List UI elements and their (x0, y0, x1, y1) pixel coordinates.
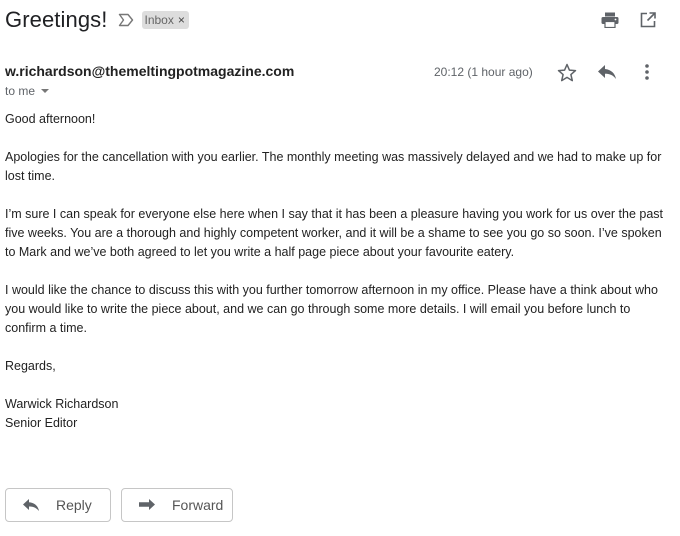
signature-name: Warwick Richardson (5, 397, 119, 411)
label-chip-inbox: Inbox × (141, 11, 189, 29)
reply-icon (22, 497, 40, 513)
label-chip-text: Inbox (144, 13, 174, 27)
message-timestamp: 20:12 (1 hour ago) (434, 65, 533, 79)
open-in-new-window-icon[interactable] (638, 10, 658, 30)
message-body: Good afternoon! Apologies for the cancel… (5, 110, 670, 452)
print-icon[interactable] (600, 10, 620, 30)
chevron-down-icon (41, 89, 50, 93)
forward-button[interactable]: Forward (121, 488, 233, 522)
more-vert-icon[interactable] (637, 62, 657, 82)
signature-title: Senior Editor (5, 416, 78, 430)
reply-icon[interactable] (597, 62, 617, 82)
star-icon[interactable] (557, 62, 577, 82)
closing: Regards, (5, 359, 56, 373)
email-subject: Greetings! (5, 7, 108, 32)
body-paragraph: I’m sure I can speak for everyone else h… (5, 207, 664, 259)
greeting: Good afternoon! (5, 112, 96, 126)
message-actions (557, 62, 657, 82)
body-paragraph: I would like the chance to discuss this … (5, 283, 658, 335)
reply-button[interactable]: Reply (5, 488, 111, 522)
sender-address[interactable]: w.richardson@themeltingpotmagazine.com (5, 63, 294, 79)
reply-button-label: Reply (56, 497, 92, 513)
recipient-details-toggle[interactable]: to me (5, 84, 50, 98)
signature: Warwick Richardson Senior Editor (5, 395, 670, 433)
reply-actions: Reply Forward (5, 488, 233, 522)
forward-button-label: Forward (172, 497, 224, 513)
subject-row: Greetings! Inbox × (5, 6, 189, 34)
remove-label-button[interactable]: × (178, 13, 185, 27)
forward-icon (138, 497, 156, 513)
thread-toolbar (600, 10, 658, 30)
recipient-label: to me (5, 84, 36, 98)
importance-marker-icon[interactable] (118, 10, 134, 30)
body-paragraph: Apologies for the cancellation with you … (5, 150, 662, 183)
